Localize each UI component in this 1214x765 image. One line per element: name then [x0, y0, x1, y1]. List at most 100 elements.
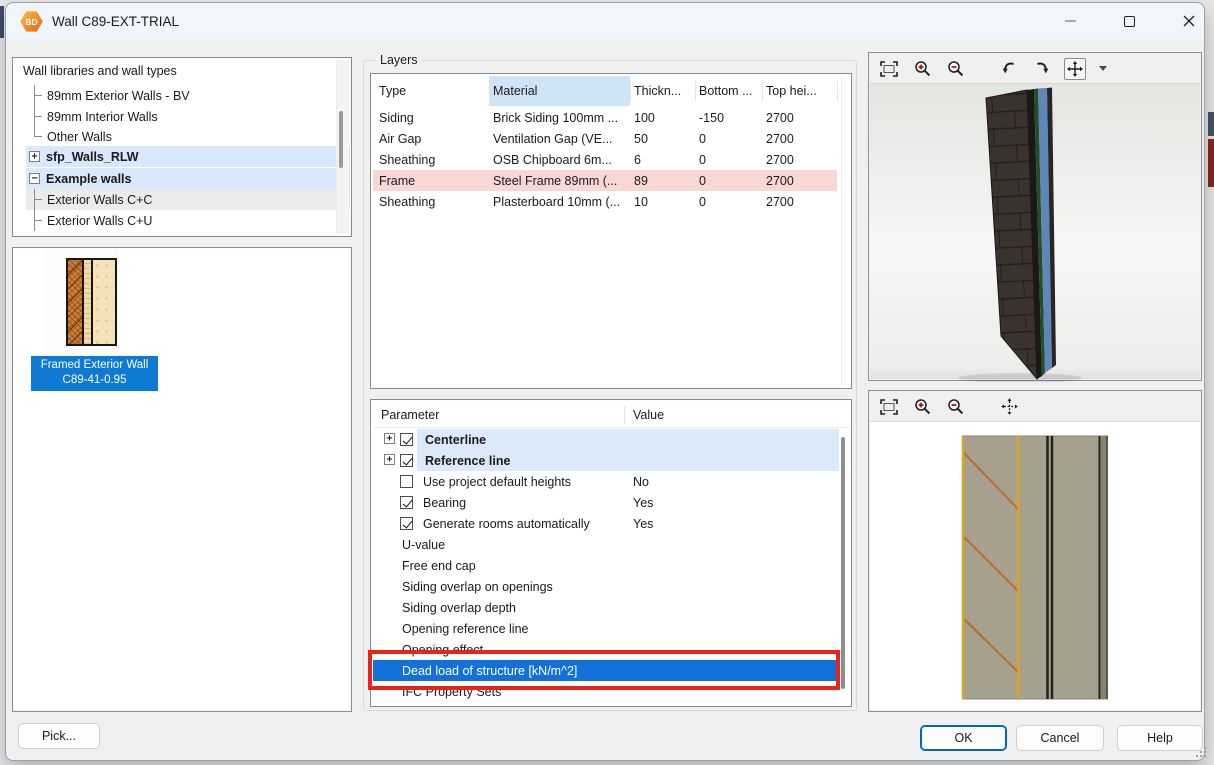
- param-row-free-end-cap[interactable]: Free end cap: [373, 555, 839, 576]
- tree-scrollbar[interactable]: [336, 60, 349, 234]
- param-row-centerline[interactable]: + Centerline: [373, 429, 839, 450]
- zoom-in-icon[interactable]: [911, 58, 933, 80]
- col-header-bottom[interactable]: Bottom ...: [699, 84, 753, 98]
- wall-type-code: C89-41-0.95: [31, 373, 158, 388]
- resize-grip[interactable]: [1196, 747, 1208, 759]
- param-row-siding-overlap-openings[interactable]: Siding overlap on openings: [373, 576, 839, 597]
- more-options-caret[interactable]: [1097, 58, 1109, 80]
- app-icon: BD: [20, 11, 43, 32]
- layers-groupbox: Layers Type Material Thickn... Bottom ..…: [363, 60, 857, 711]
- wall-library-panel: Wall libraries and wall types 89mm Exter…: [12, 57, 352, 237]
- checkbox-checked[interactable]: [400, 517, 413, 530]
- annotation-highlight-box: [368, 650, 840, 690]
- minimize-button[interactable]: [1047, 3, 1093, 39]
- expand-plus-icon[interactable]: +: [384, 454, 395, 465]
- fit-view-icon[interactable]: [878, 396, 900, 418]
- layer-row-sheathing-plasterboard[interactable]: Sheathing Plasterboard 10mm (... 10 0 27…: [373, 191, 837, 212]
- col-header-parameter[interactable]: Parameter: [381, 408, 439, 422]
- maximize-icon: [1124, 16, 1135, 27]
- expand-plus-icon[interactable]: +: [29, 151, 40, 162]
- window-title: Wall C89-EXT-TRIAL: [52, 14, 179, 29]
- tree-item-label: sfp_Walls_RLW: [46, 150, 139, 164]
- tree-connector: [26, 85, 43, 106]
- viewer-3d-viewport[interactable]: [870, 83, 1200, 379]
- background-window-sliver-left: [0, 6, 4, 38]
- layer-row-siding[interactable]: Siding Brick Siding 100mm ... 100 -150 2…: [373, 107, 837, 128]
- tree-connector: [26, 126, 43, 147]
- col-header-material[interactable]: Material: [493, 84, 537, 98]
- screen: BD Wall C89-EXT-TRIAL Wall libraries and…: [0, 0, 1214, 765]
- param-row-u-value[interactable]: U-value: [373, 534, 839, 555]
- help-button[interactable]: Help: [1117, 725, 1203, 751]
- viewer-2d-panel: [868, 390, 1202, 712]
- tree-item-label: Other Walls: [47, 130, 112, 144]
- thumb-inner-layer: [93, 260, 115, 344]
- viewer-2d-toolbar: [870, 392, 1200, 421]
- app-icon-label: BD: [25, 17, 37, 27]
- zoom-in-icon[interactable]: [911, 396, 933, 418]
- layer-row-sheathing-osb[interactable]: Sheathing OSB Chipboard 6m... 6 0 2700: [373, 149, 837, 170]
- param-row-reference-line[interactable]: + Reference line: [373, 450, 839, 471]
- layers-group-label: Layers: [376, 53, 422, 67]
- tree-item[interactable]: Other Walls: [26, 126, 350, 147]
- tree-scrollbar-thumb[interactable]: [339, 111, 343, 168]
- param-row-siding-overlap-depth[interactable]: Siding overlap depth: [373, 597, 839, 618]
- wall-2d-section: [870, 422, 1202, 712]
- close-icon: [1183, 15, 1195, 27]
- checkbox-checked[interactable]: [400, 496, 413, 509]
- close-button[interactable]: [1166, 3, 1212, 39]
- tree-header: Wall libraries and wall types: [23, 64, 177, 78]
- pan-icon[interactable]: [998, 396, 1020, 418]
- layers-scrollbar-track[interactable]: [841, 76, 842, 386]
- layer-row-frame-selected[interactable]: Frame Steel Frame 89mm (... 89 0 2700: [373, 170, 837, 191]
- col-header-type[interactable]: Type: [379, 84, 406, 98]
- layer-row-airgap[interactable]: Air Gap Ventilation Gap (VE... 50 0 2700: [373, 128, 837, 149]
- checkbox-unchecked[interactable]: [400, 475, 413, 488]
- layers-table: Type Material Thickn... Bottom ... Top h…: [370, 73, 852, 389]
- pan-icon[interactable]: [1064, 58, 1086, 80]
- fit-view-icon[interactable]: [878, 58, 900, 80]
- cancel-button[interactable]: Cancel: [1016, 725, 1104, 751]
- param-row-opening-reference-line[interactable]: Opening reference line: [373, 618, 839, 639]
- parameters-table-header: Parameter Value: [373, 402, 849, 428]
- viewer-2d-viewport[interactable]: [870, 421, 1200, 710]
- zoom-out-icon[interactable]: [944, 396, 966, 418]
- pick-button[interactable]: Pick...: [18, 723, 100, 749]
- wall-type-list-panel: Framed Exterior Wall C89-41-0.95: [12, 247, 352, 712]
- tree-connector: [26, 189, 43, 210]
- checkbox-checked[interactable]: [400, 433, 413, 446]
- wall-type-label[interactable]: Framed Exterior Wall C89-41-0.95: [31, 356, 158, 391]
- param-row-generate-rooms[interactable]: Generate rooms automatically Yes: [373, 513, 839, 534]
- tree-item[interactable]: Exterior Walls C+U: [26, 210, 350, 231]
- minimize-icon: [1065, 20, 1076, 22]
- maximize-button[interactable]: [1106, 3, 1152, 39]
- tree-item[interactable]: 89mm Exterior Walls - BV: [26, 85, 350, 106]
- param-row-use-project-default-heights[interactable]: Use project default heights No: [373, 471, 839, 492]
- zoom-out-icon[interactable]: [944, 58, 966, 80]
- param-row-bearing[interactable]: Bearing Yes: [373, 492, 839, 513]
- tree-item-label: Example walls: [46, 172, 131, 186]
- tree-connector: [26, 106, 43, 127]
- col-header-value[interactable]: Value: [633, 408, 664, 422]
- wall-type-name: Framed Exterior Wall: [31, 358, 158, 373]
- thumb-brick-layer: [68, 260, 84, 344]
- rotate-left-icon[interactable]: [998, 58, 1020, 80]
- expand-plus-icon[interactable]: +: [384, 433, 395, 444]
- checkbox-checked[interactable]: [400, 454, 413, 467]
- collapse-minus-icon[interactable]: −: [29, 173, 40, 184]
- tree-item-label: 89mm Exterior Walls - BV: [47, 89, 190, 103]
- tree-item-label: Exterior Walls C+C: [47, 193, 152, 207]
- col-header-thickness[interactable]: Thickn...: [634, 84, 681, 98]
- layers-table-header: Type Material Thickn... Bottom ... Top h…: [373, 76, 849, 106]
- tree-item-sfp-walls[interactable]: + sfp_Walls_RLW: [26, 146, 350, 167]
- wall-cross-section-thumbnail[interactable]: [66, 258, 117, 346]
- parameters-scrollbar-thumb[interactable]: [841, 437, 845, 689]
- col-header-top-height[interactable]: Top hei...: [766, 84, 817, 98]
- title-bar[interactable]: BD Wall C89-EXT-TRIAL: [6, 3, 1204, 39]
- rotate-right-icon[interactable]: [1031, 58, 1053, 80]
- tree-item[interactable]: Exterior Walls C+C: [26, 189, 350, 210]
- tree-item-label: 89mm Interior Walls: [47, 110, 158, 124]
- ok-button[interactable]: OK: [920, 725, 1007, 751]
- tree-item-example-walls[interactable]: − Example walls: [26, 168, 350, 189]
- tree-item[interactable]: 89mm Interior Walls: [26, 106, 350, 127]
